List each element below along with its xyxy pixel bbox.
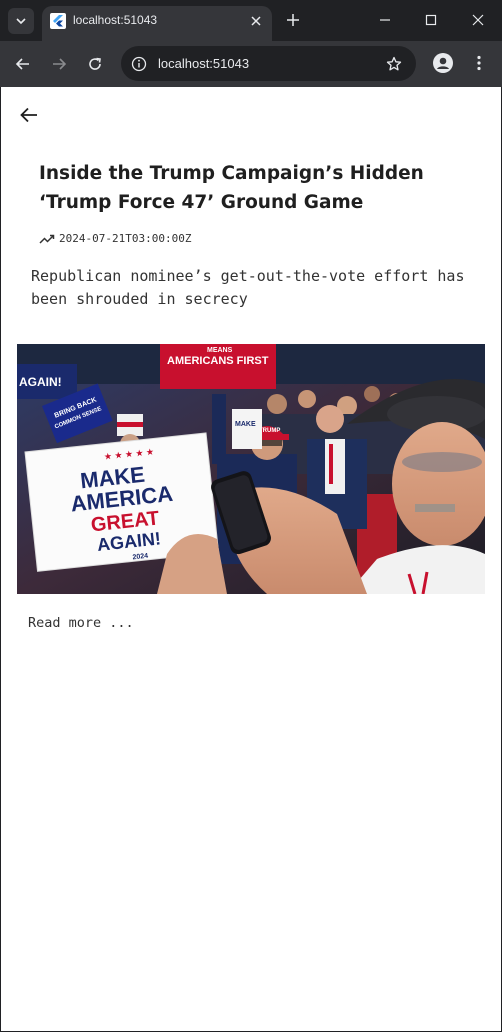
arrow-back-icon — [20, 107, 37, 123]
address-bar-url: localhost:51043 — [158, 56, 250, 71]
close-icon — [472, 14, 484, 26]
back-button[interactable] — [17, 103, 41, 127]
page-viewport: Inside the Trump Campaign’s Hidden ‘Trum… — [1, 87, 501, 1031]
flutter-favicon-icon — [50, 13, 66, 29]
reload-icon — [89, 57, 101, 70]
tab-search-button[interactable] — [8, 8, 34, 34]
article-timestamp: 2024-07-21T03:00:00Z — [59, 232, 192, 245]
arrow-left-icon — [15, 58, 29, 70]
browser-tab[interactable]: localhost:51043 — [42, 6, 272, 41]
profile-avatar-icon[interactable] — [431, 51, 455, 75]
browser-menu-button[interactable] — [467, 51, 491, 75]
read-more-link[interactable]: Read more ... — [28, 615, 134, 631]
address-bar[interactable]: localhost:51043 — [121, 46, 416, 81]
left-banner-text: AGAIN! — [19, 375, 62, 389]
minimize-icon — [380, 19, 390, 21]
trending-icon — [39, 234, 55, 244]
browser-toolbar: localhost:51043 — [0, 41, 502, 87]
top-sign-main: AMERICANS FIRST — [167, 355, 269, 367]
chevron-down-icon — [16, 18, 26, 25]
forward-nav-button[interactable] — [46, 51, 72, 77]
cap-text: TRUMP — [259, 428, 280, 434]
top-sign-small: MEANS — [207, 347, 233, 354]
article-headline: Inside the Trump Campaign’s Hidden ‘Trum… — [39, 163, 424, 213]
more-vert-icon — [477, 55, 481, 71]
arrow-right-icon — [53, 58, 67, 70]
site-info-icon[interactable] — [129, 54, 149, 74]
browser-titlebar: localhost:51043 — [0, 0, 502, 41]
article-meta: 2024-07-21T03:00:00Z — [39, 232, 191, 245]
new-tab-button[interactable] — [282, 9, 304, 31]
plus-icon — [287, 14, 299, 26]
tab-close-icon[interactable] — [247, 12, 265, 30]
article-hero-image: TRUMP MEANS AMERICANS FIRST AGAIN! BRING… — [17, 344, 485, 594]
close-window-button[interactable] — [455, 0, 501, 40]
article-summary: Republican nominee’s get-out-the-vote ef… — [31, 267, 465, 308]
reload-button[interactable] — [82, 51, 108, 77]
small-sign-text: MAKE — [235, 421, 256, 428]
minimize-button[interactable] — [362, 0, 408, 40]
tab-title: localhost:51043 — [73, 13, 158, 27]
bookmark-star-icon[interactable] — [383, 53, 405, 75]
back-nav-button[interactable] — [10, 51, 36, 77]
maximize-button[interactable] — [408, 0, 454, 40]
maximize-icon — [425, 14, 437, 26]
